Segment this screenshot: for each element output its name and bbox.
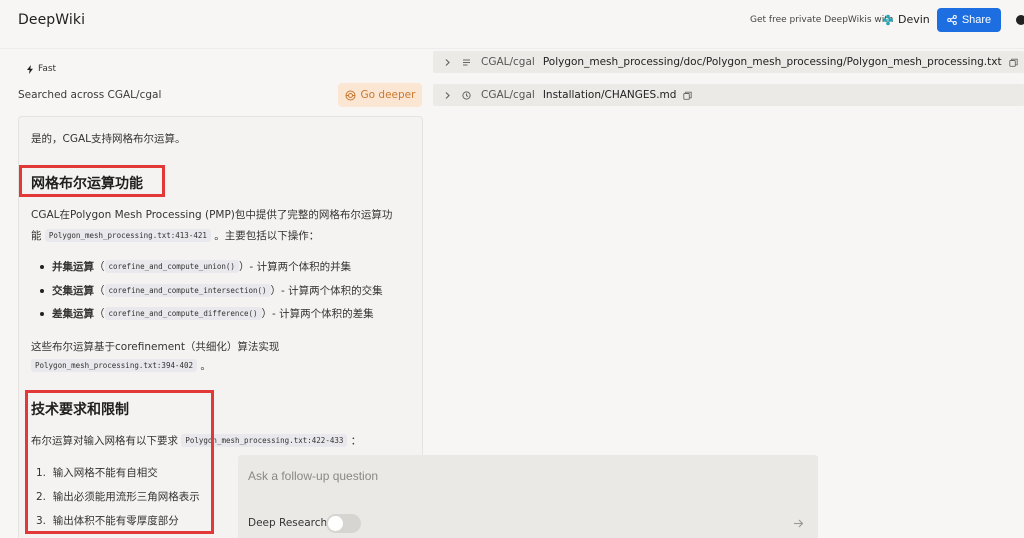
p1-prefix: 能	[31, 230, 42, 242]
source-file-row[interactable]: CGAL/cgal Polygon_mesh_processing/doc/Po…	[433, 51, 1024, 73]
answer-paragraph-2-line-1: 这些布尔运算基于corefinement（共细化）算法实现	[31, 341, 280, 353]
source-reference-chip[interactable]: Polygon_mesh_processing.txt:413-421	[44, 229, 211, 242]
fast-label: Fast	[38, 64, 57, 74]
go-deeper-label: Go deeper	[360, 89, 416, 101]
numbered-list-item: 2. 输出必须能用流形三角网格表示	[36, 489, 200, 504]
user-avatar[interactable]	[1016, 15, 1024, 25]
followup-input[interactable]	[248, 466, 788, 486]
answer-paragraph-1-line-1: CGAL在Polygon Mesh Processing (PMP)包中提供了完…	[31, 209, 393, 221]
op-name: 差集运算	[52, 308, 94, 320]
deep-research-icon	[345, 90, 356, 100]
list-text: 输入网格不能有自相交	[52, 467, 158, 479]
list-item-union: 并集运算（ corefine_and_compute_union() ）- 计算两个…	[52, 259, 351, 274]
source-path[interactable]: Installation/CHANGES.md	[543, 89, 677, 101]
clock-icon	[462, 90, 471, 100]
op-paren-open: （	[94, 285, 105, 297]
searched-scope-text: Searched across CGAL/cgal	[18, 89, 162, 101]
p1-suffix: 。主要包括以下操作：	[214, 230, 320, 242]
deep-research-label: Deep Research	[248, 517, 328, 529]
function-name-code: corefine_and_compute_union()	[104, 260, 239, 273]
fast-mode-badge: Fast	[26, 64, 56, 74]
followup-panel: Deep Research	[238, 455, 818, 538]
p3-prefix: 布尔运算对输入网格有以下要求	[31, 435, 178, 447]
devin-logo-icon	[883, 14, 893, 25]
source-reference-chip[interactable]: Polygon_mesh_processing.txt:422-433	[181, 434, 348, 447]
list-text: 输出体积不能有零厚度部分	[52, 515, 179, 527]
chevron-right-icon[interactable]	[443, 91, 452, 100]
section-heading-boolean-ops: 网格布尔运算功能	[31, 176, 143, 192]
op-description: ）- 计算两个体积的交集	[270, 285, 383, 297]
answer-paragraph-2-line-2: Polygon_mesh_processing.txt:394-402 。	[31, 358, 211, 373]
source-reference-chip[interactable]: Polygon_mesh_processing.txt:394-402	[31, 359, 198, 372]
list-text: 输出必须能用流形三角网格表示	[52, 491, 200, 503]
source-file-row[interactable]: CGAL/cgal Installation/CHANGES.md	[433, 84, 1024, 106]
op-description: ）- 计算两个体积的差集	[261, 308, 374, 320]
copy-icon[interactable]	[1008, 58, 1018, 67]
devin-label: Devin	[898, 13, 930, 26]
source-repo: CGAL/cgal	[481, 56, 535, 68]
op-paren-open: （	[94, 308, 105, 320]
bullet-dot	[40, 289, 44, 293]
share-icon	[947, 15, 957, 25]
list-number: 1.	[36, 467, 47, 479]
p2-suffix: 。	[200, 360, 211, 372]
brand-logo[interactable]: DeepWiki	[18, 12, 85, 28]
list-item-difference: 差集运算（ corefine_and_compute_difference() ）-…	[52, 306, 374, 321]
deep-research-toggle[interactable]	[326, 514, 361, 533]
promo-text: Get free private DeepWikis with	[750, 15, 894, 25]
bullet-dot	[40, 312, 44, 316]
header-divider	[0, 48, 1024, 49]
answer-intro: 是的，CGAL支持网格布尔运算。	[31, 133, 186, 145]
share-label: Share	[961, 14, 992, 26]
numbered-list-item: 3. 输出体积不能有零厚度部分	[36, 513, 179, 528]
send-button[interactable]	[790, 515, 806, 531]
list-number: 2.	[36, 491, 47, 503]
op-name: 交集运算	[52, 285, 94, 297]
toggle-knob	[328, 516, 343, 531]
list-number: 3.	[36, 515, 47, 527]
top-bar: DeepWiki Get free private DeepWikis with…	[0, 0, 1024, 42]
function-name-code: corefine_and_compute_intersection()	[104, 284, 271, 297]
op-description: ）- 计算两个体积的并集	[238, 261, 352, 273]
lightning-icon	[27, 64, 33, 74]
op-paren-open: （	[94, 261, 105, 273]
p3-suffix: ：	[350, 435, 362, 447]
file-lines-icon	[463, 59, 470, 65]
go-deeper-button[interactable]: Go deeper	[338, 83, 422, 107]
source-repo: CGAL/cgal	[481, 89, 535, 101]
bullet-dot	[40, 265, 44, 269]
arrow-right-icon	[793, 519, 803, 527]
section-heading-requirements: 技术要求和限制	[31, 402, 129, 418]
copy-icon[interactable]	[683, 91, 693, 100]
op-name: 并集运算	[52, 261, 94, 273]
source-path[interactable]: Polygon_mesh_processing/doc/Polygon_mesh…	[543, 56, 1002, 68]
answer-paragraph-1-line-2: 能 Polygon_mesh_processing.txt:413-421 。主…	[31, 228, 319, 243]
devin-link[interactable]: Devin	[882, 13, 930, 26]
share-button[interactable]: Share	[937, 8, 1001, 32]
numbered-list-item: 1. 输入网格不能有自相交	[36, 465, 158, 480]
answer-paragraph-3: 布尔运算对输入网格有以下要求 Polygon_mesh_processing.t…	[31, 433, 361, 448]
list-item-intersection: 交集运算（ corefine_and_compute_intersection()…	[52, 283, 383, 298]
function-name-code: corefine_and_compute_difference()	[104, 307, 262, 320]
chevron-right-icon[interactable]	[443, 58, 452, 67]
